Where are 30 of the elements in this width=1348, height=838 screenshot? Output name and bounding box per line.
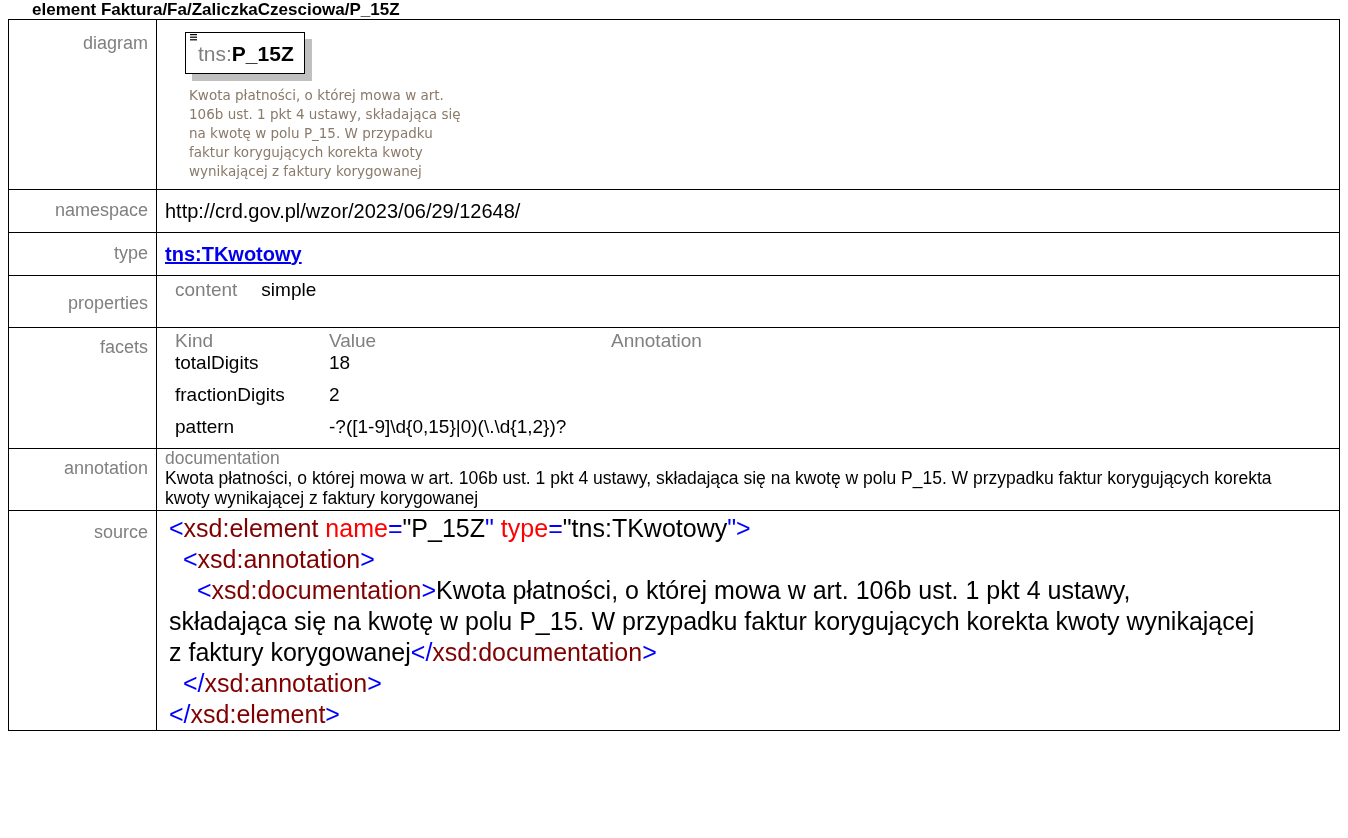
- namespace-value: http://crd.gov.pl/wzor/2023/06/29/12648/: [165, 199, 521, 222]
- table-cell-text: 18: [328, 351, 352, 375]
- table-cell-text: fractionDigits: [174, 383, 286, 407]
- lines-icon: [189, 34, 198, 41]
- column-header: Annotation: [610, 329, 703, 352]
- annotation-heading: documentation: [165, 448, 281, 468]
- source-line: <xsd:annotation>: [182, 543, 376, 575]
- row-label: annotation: [8, 448, 157, 510]
- property-value: simple: [261, 277, 317, 302]
- table-cell-text: pattern: [174, 415, 236, 439]
- table-cell-text: -?([1-9]\d{0,15}|0)(\.\d{1,2})?: [328, 415, 568, 439]
- row-label: properties: [8, 275, 157, 327]
- column-header: Value: [328, 329, 378, 352]
- row-label: namespace: [8, 189, 157, 232]
- page-title: element Faktura/Fa/ZaliczkaCzesciowa/P_15Z: [31, 0, 401, 19]
- source-line: </xsd:annotation>: [182, 667, 383, 699]
- source-line: </xsd:element>: [169, 698, 341, 730]
- row-label: facets: [8, 327, 157, 448]
- row-label: diagram: [8, 19, 157, 189]
- table-cell-text: totalDigits: [174, 351, 260, 375]
- source-line: <xsd:element name="P_15Z" type="tns:TKwotowy">: [169, 512, 752, 544]
- annotation-text: Kwota płatności, o której mowa w art. 106b ust. 1 pkt 4 ustawy, składająca się na kwotę w polu P_15. W przypadku faktur korygujących korekta kwoty wynikającej z faktury korygowanej: [165, 467, 1273, 508]
- column-header: Kind: [174, 329, 215, 352]
- property-name: content: [175, 277, 238, 302]
- type-link[interactable]: tns:TKwotowy: [165, 242, 302, 265]
- element-documentation: Kwota płatności, o której mowa w art. 106b ust. 1 pkt 4 ustawy, składająca się na kwotę w polu P_15. W przypadku faktur korygujących korekta kwoty wynikającej z faktury korygowanej: [189, 85, 462, 181]
- source-line: <xsd:documentation>Kwota płatności, o której mowa w art. 106b ust. 1 pkt 4 ustawy, składająca się na kwotę w polu P_15. W przypadku faktur korygujących korekta kwoty wynikającej z faktury korygowanej</xsd:documentation>: [169, 574, 1256, 668]
- row-label: type: [8, 232, 157, 275]
- table-cell-text: 2: [328, 383, 341, 407]
- row-label: source: [8, 510, 157, 730]
